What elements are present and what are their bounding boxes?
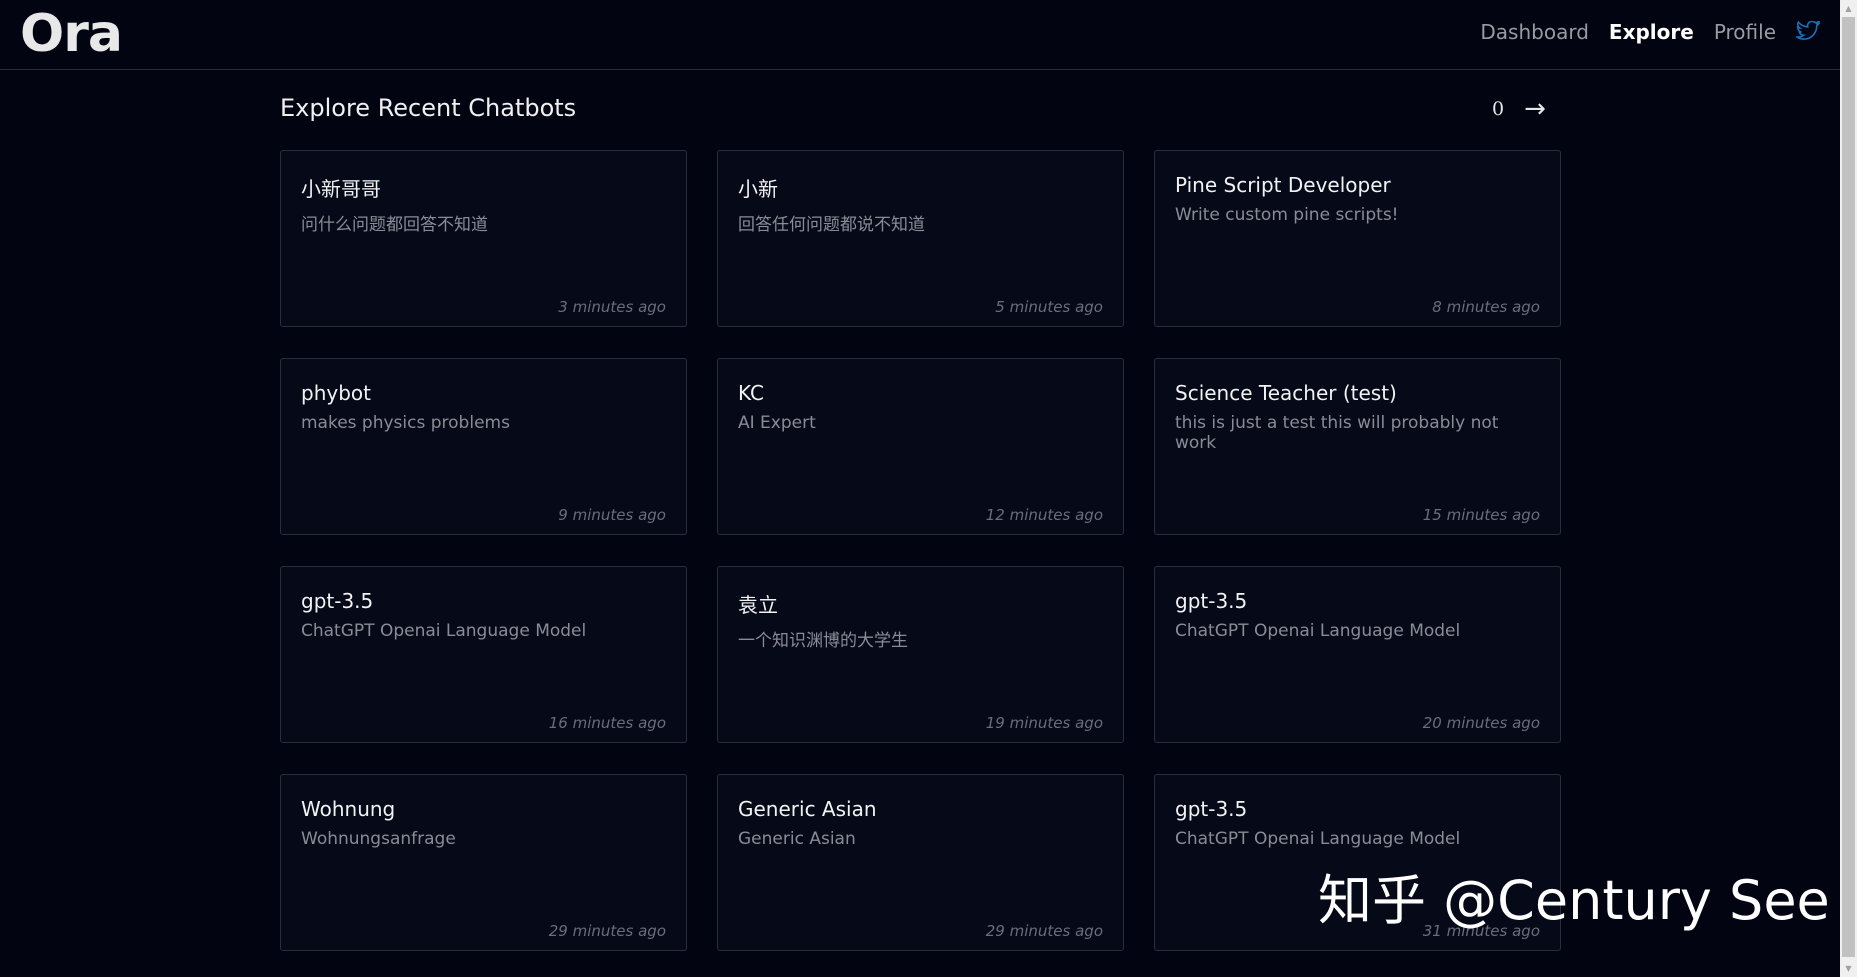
chatbot-grid: 小新哥哥问什么问题都回答不知道 3 minutes ago 小新回答任何问题都说不知… xyxy=(280,150,1561,951)
chatbot-name: gpt-3.5 xyxy=(301,589,374,613)
nav-profile[interactable]: Profile xyxy=(1714,20,1776,44)
pagination: 0 → xyxy=(1492,96,1546,122)
chatbot-name: gpt-3.5 xyxy=(1175,589,1248,613)
chatbot-card[interactable]: 小新回答任何问题都说不知道 5 minutes ago xyxy=(717,150,1124,327)
chatbot-description: AI Expert xyxy=(738,413,816,433)
chatbot-description: Wohnungsanfrage xyxy=(301,829,456,849)
nav-explore[interactable]: Explore xyxy=(1609,20,1694,44)
chatbot-card[interactable]: gpt-3.5 ChatGPT Openai Language Model 20 m… xyxy=(1154,566,1561,743)
chatbot-timestamp: 15 minutes ago xyxy=(1422,506,1540,524)
chatbot-name: 小新哥哥 xyxy=(301,177,381,201)
scrollbar-thumb[interactable] xyxy=(1842,17,1855,957)
chatbot-description: ChatGPT Openai Language Model xyxy=(301,621,587,641)
chatbot-name: Pine Script Developer xyxy=(1175,173,1391,197)
chatbot-description: 一个知识渊博的大学生 xyxy=(738,631,908,651)
chatbot-description: ChatGPT Openai Language Model xyxy=(1175,829,1461,849)
chatbot-card[interactable]: 袁立一个知识渊博的大学生 19 minutes ago xyxy=(717,566,1124,743)
chatbot-timestamp: 29 minutes ago xyxy=(985,922,1103,940)
scroll-up-icon[interactable]: ▲ xyxy=(1840,0,1857,17)
watermark: 知乎 @Century See xyxy=(1318,869,1830,932)
logo[interactable]: Ora xyxy=(20,4,123,64)
nav-dashboard[interactable]: Dashboard xyxy=(1480,20,1589,44)
top-navbar: Ora Dashboard Explore Profile xyxy=(0,0,1840,70)
chatbot-card[interactable]: gpt-3.5 ChatGPT Openai Language Model 16 m… xyxy=(280,566,687,743)
chatbot-timestamp: 12 minutes ago xyxy=(985,506,1103,524)
page-number: 0 xyxy=(1492,98,1505,120)
chatbot-name: KC xyxy=(738,381,764,405)
chatbot-timestamp: 8 minutes ago xyxy=(1432,298,1540,316)
chatbot-description: Write custom pine scripts! xyxy=(1175,205,1399,225)
chatbot-name: phybot xyxy=(301,381,371,405)
chatbot-card[interactable]: Pine Script Developer Write custom pine s… xyxy=(1154,150,1561,327)
chatbot-timestamp: 29 minutes ago xyxy=(548,922,666,940)
page-title: Explore Recent Chatbots xyxy=(280,94,577,122)
chatbot-description: makes physics problems xyxy=(301,413,510,433)
scroll-down-icon[interactable]: ▼ xyxy=(1840,960,1857,977)
chatbot-description: 回答任何问题都说不知道 xyxy=(738,215,925,235)
chatbot-description: this is just a test this will probably n… xyxy=(1175,413,1499,453)
chatbot-description: 问什么问题都回答不知道 xyxy=(301,215,488,235)
chatbot-name: Science Teacher (test) xyxy=(1175,381,1397,405)
next-page-arrow-icon[interactable]: → xyxy=(1524,96,1546,122)
chatbot-description: ChatGPT Openai Language Model xyxy=(1175,621,1461,641)
chatbot-card[interactable]: Generic Asian Generic Asian 29 minutes ago xyxy=(717,774,1124,951)
chatbot-card[interactable]: phybot makes physics problems 9 minutes ag… xyxy=(280,358,687,535)
chatbot-timestamp: 9 minutes ago xyxy=(558,506,666,524)
chatbot-name: gpt-3.5 xyxy=(1175,797,1248,821)
chatbot-name: 小新 xyxy=(738,177,778,201)
chatbot-card[interactable]: Science Teacher (test) this is just a tes… xyxy=(1154,358,1561,535)
twitter-icon[interactable] xyxy=(1796,21,1820,43)
chatbot-name: 袁立 xyxy=(738,593,778,617)
chatbot-card[interactable]: Wohnung Wohnungsanfrage 29 minutes ago xyxy=(280,774,687,951)
chatbot-card[interactable]: KC AI Expert 12 minutes ago xyxy=(717,358,1124,535)
chatbot-card[interactable]: 小新哥哥问什么问题都回答不知道 3 minutes ago xyxy=(280,150,687,327)
chatbot-name: Generic Asian xyxy=(738,797,877,821)
chatbot-description: Generic Asian xyxy=(738,829,856,849)
chatbot-timestamp: 3 minutes ago xyxy=(558,298,666,316)
chatbot-timestamp: 19 minutes ago xyxy=(985,714,1103,732)
chatbot-name: Wohnung xyxy=(301,797,396,821)
chatbot-timestamp: 5 minutes ago xyxy=(995,298,1103,316)
scrollbar[interactable]: ▲ ▼ xyxy=(1840,0,1857,977)
chatbot-timestamp: 16 minutes ago xyxy=(548,714,666,732)
chatbot-timestamp: 20 minutes ago xyxy=(1422,714,1540,732)
nav-links: Dashboard Explore Profile xyxy=(1480,20,1820,44)
